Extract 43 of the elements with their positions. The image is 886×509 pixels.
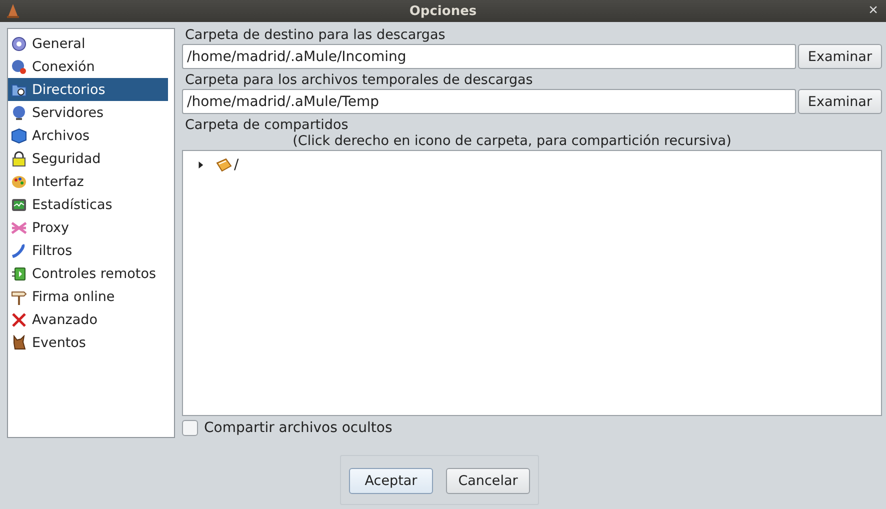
window-title: Opciones bbox=[409, 4, 477, 18]
checkbox[interactable] bbox=[182, 420, 198, 436]
section-label: Carpeta de destino para las descargas bbox=[185, 28, 446, 43]
palette-icon bbox=[11, 174, 27, 190]
globe-icon bbox=[11, 104, 27, 120]
tree-item[interactable]: / bbox=[234, 157, 239, 173]
sidebar-item[interactable]: Eventos bbox=[8, 331, 174, 354]
sidebar-item[interactable]: Avanzado bbox=[8, 308, 174, 331]
sidebar-item[interactable]: Filtros bbox=[8, 239, 174, 262]
sidebar-item[interactable]: Archivos bbox=[8, 124, 174, 147]
signpost-icon bbox=[11, 288, 27, 304]
sidebar-item[interactable]: Directorios bbox=[8, 78, 168, 101]
expander-icon[interactable] bbox=[197, 161, 204, 169]
plug-icon bbox=[11, 266, 27, 282]
cross-icon bbox=[11, 312, 27, 328]
folder-icon bbox=[11, 82, 27, 98]
section-label: Carpeta de compartidos bbox=[185, 118, 350, 133]
hint-text: (Click derecho en icono de carpeta, para compartición recursiva) bbox=[292, 133, 732, 149]
sidebar-item[interactable]: Seguridad bbox=[8, 147, 174, 170]
sidebar-item[interactable]: Proxy bbox=[8, 216, 174, 239]
gear-icon bbox=[11, 36, 27, 52]
globe-icon bbox=[11, 58, 27, 74]
cube-icon bbox=[11, 128, 27, 144]
folder-icon[interactable] bbox=[216, 157, 232, 173]
browse-button[interactable]: Examinar bbox=[798, 89, 882, 114]
checkbox-label: Compartir archivos ocultos bbox=[204, 420, 392, 436]
cone-icon bbox=[6, 3, 20, 19]
sidebar-item[interactable]: Interfaz bbox=[8, 170, 174, 193]
chart-icon bbox=[11, 196, 27, 212]
section-label: Carpeta para los archivos temporales de descargas bbox=[185, 73, 534, 88]
sidebar-item[interactable]: Firma online bbox=[8, 285, 174, 308]
sidebar-item[interactable]: Conexión bbox=[8, 55, 174, 78]
lock-icon bbox=[11, 150, 27, 166]
path-field[interactable]: /home/madrid/.aMule/Temp bbox=[182, 89, 796, 114]
path-field[interactable]: /home/madrid/.aMule/Incoming bbox=[182, 44, 796, 69]
cancel-button[interactable]: Cancelar bbox=[446, 468, 530, 494]
browse-button[interactable]: Examinar bbox=[798, 44, 882, 69]
sidebar-item[interactable]: Estadísticas bbox=[8, 193, 174, 216]
sidebar-item[interactable]: General bbox=[8, 32, 174, 55]
ok-button[interactable]: Aceptar bbox=[349, 468, 433, 494]
sidebar-item[interactable]: Controles remotos bbox=[8, 262, 174, 285]
sidebar-item[interactable]: Servidores bbox=[8, 101, 174, 124]
close-button[interactable]: × bbox=[866, 2, 880, 20]
